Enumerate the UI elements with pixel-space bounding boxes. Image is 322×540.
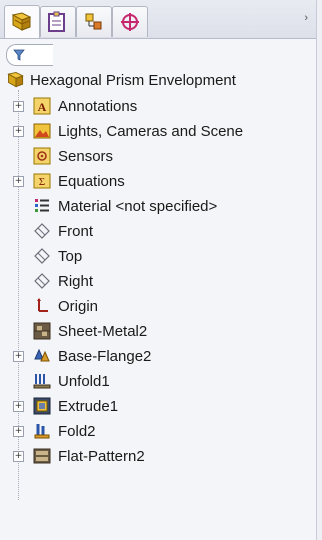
equations-icon: Σ <box>32 171 52 191</box>
sheet-metal-icon <box>32 321 52 341</box>
tree-root-label: Hexagonal Prism Envelopment <box>30 71 236 89</box>
tree-item-label: Sheet-Metal2 <box>58 322 148 340</box>
flat-pattern-icon <box>32 446 52 466</box>
tree-item-label: Base-Flange2 <box>58 347 152 365</box>
expand-icon[interactable]: + <box>13 400 24 412</box>
tree-item-label: Extrude1 <box>58 397 119 415</box>
tabs-overflow-icon[interactable]: › <box>304 12 308 24</box>
extrude-icon <box>32 396 52 416</box>
expand-icon[interactable]: + <box>13 100 24 112</box>
tree-item-label: Lights, Cameras and Scene <box>58 122 244 140</box>
svg-text:Σ: Σ <box>39 176 45 188</box>
dimxpert-tab[interactable] <box>112 6 148 37</box>
configurationmanager-tab[interactable] <box>76 6 112 37</box>
tree-item-label: Annotations <box>58 97 138 115</box>
tree-item-label: Top <box>58 247 83 265</box>
svg-text:A: A <box>38 100 47 114</box>
annotations-icon: A <box>32 96 52 116</box>
plane-icon <box>32 246 52 266</box>
fold-icon <box>32 421 52 441</box>
expand-icon[interactable]: + <box>13 125 24 137</box>
propertymanager-tab[interactable] <box>40 6 76 37</box>
feature-filter-input[interactable] <box>6 44 53 66</box>
tree-root[interactable]: Hexagonal Prism Envelopment <box>6 68 236 92</box>
plane-icon <box>32 271 52 291</box>
unfold-icon <box>32 371 52 391</box>
filter-icon <box>13 49 25 61</box>
expand-icon[interactable]: + <box>13 425 24 437</box>
lights-cameras-scene-icon <box>32 121 52 141</box>
tree-item-label: Unfold1 <box>58 372 110 390</box>
dimxpert-tab-icon <box>121 13 139 31</box>
tree-item-label: Fold2 <box>58 422 96 440</box>
origin-icon <box>32 296 52 316</box>
propertymanager-tab-icon <box>48 11 65 32</box>
tree-connector-line <box>18 90 19 500</box>
tree-item-label: Material <not specified> <box>58 197 218 215</box>
expand-icon[interactable]: + <box>13 350 24 362</box>
featuremanager-tab-icon <box>11 12 32 31</box>
material-icon <box>32 196 52 216</box>
tree-item-label: Sensors <box>58 147 114 165</box>
featuremanager-tab[interactable] <box>4 5 40 38</box>
configurationmanager-tab-icon <box>85 13 102 30</box>
manager-tab-bar: › <box>0 0 316 39</box>
tree-item-label: Flat-Pattern2 <box>58 447 145 465</box>
sensors-icon <box>32 146 52 166</box>
tree-item-label: Right <box>58 272 94 290</box>
plane-icon <box>32 221 52 241</box>
expand-icon[interactable]: + <box>13 175 24 187</box>
tree-item-label: Front <box>58 222 94 240</box>
base-flange-icon <box>32 346 52 366</box>
tree-item-label: Origin <box>58 297 99 315</box>
tree-item-label: Equations <box>58 172 125 190</box>
expand-icon[interactable]: + <box>13 450 24 462</box>
feature-manager-panel: › Hexagonal Prism Envelopment + A Annota… <box>0 0 317 540</box>
part-icon <box>7 72 24 88</box>
